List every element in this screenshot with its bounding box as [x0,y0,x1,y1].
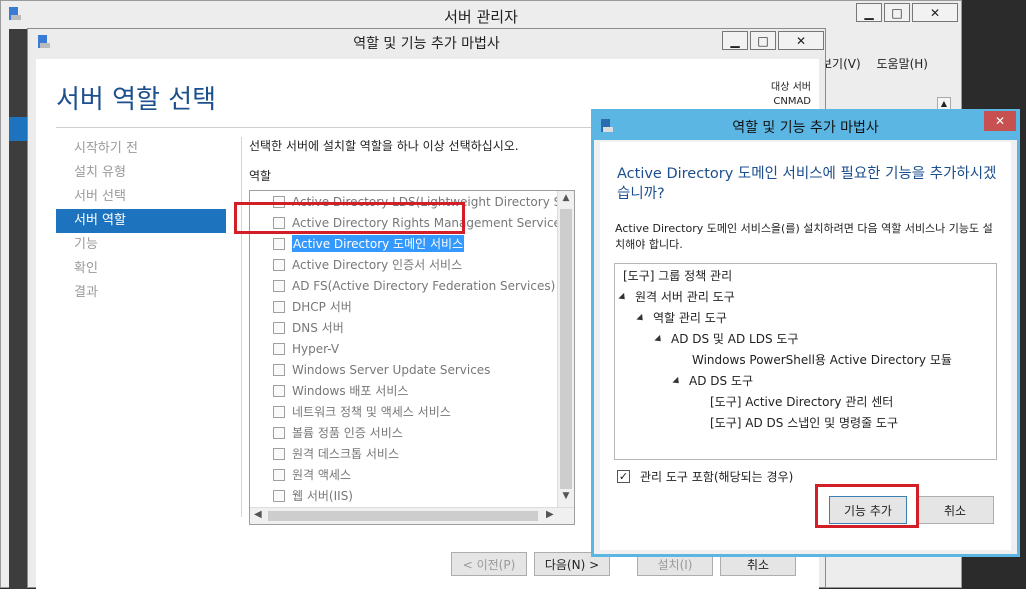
collapse-arrow-icon[interactable] [672,376,682,387]
include-mgmt-tools-label: 관리 도구 포함(해당되는 경우) [640,470,794,484]
role-item[interactable]: 원격 데스크톱 서비스 [273,443,399,464]
role-checkbox[interactable] [273,258,285,271]
role-checkbox[interactable] [273,426,285,439]
sm-left-edge [9,29,27,589]
nav-item-results[interactable]: 결과 [56,281,226,305]
role-checkbox[interactable] [273,279,285,292]
sm-nav-highlight [9,117,27,141]
sm-close-button[interactable]: ✕ [912,3,958,22]
include-mgmt-tools-row[interactable]: ✓ 관리 도구 포함(해당되는 경우) [617,468,793,485]
role-item[interactable]: 웹 서버(IIS) [273,485,353,506]
tree-node: Windows PowerShell용 Active Directory 모듈 [692,353,952,367]
roles-list: Active Directory LDS(Lightweight Directo… [249,190,575,525]
role-checkbox[interactable] [273,237,285,250]
tree-node: [도구] Active Directory 관리 센터 [710,395,894,409]
target-server-info: 대상 서버 CNMAD [771,81,811,109]
nav-separator [241,137,242,517]
dialog-titlebar: 역할 및 기능 추가 마법사 ✕ [594,111,1017,140]
collapse-arrow-icon[interactable] [636,313,646,324]
role-item[interactable]: Hyper-V [273,338,339,359]
nav-item-server-roles[interactable]: 서버 역할 [56,209,226,233]
role-item[interactable]: Windows Server Update Services [273,359,490,380]
target-server-name: CNMAD [773,96,811,107]
horizontal-scroll-thumb[interactable] [268,511,538,521]
highlight-box-add-features [815,484,919,528]
wizard-title: 역할 및 기능 추가 마법사 [353,36,500,52]
role-item[interactable]: Active Directory 인증서 서비스 [273,254,462,275]
sm-maximize-button[interactable]: □ [884,3,910,22]
role-item-selected[interactable]: Active Directory 도메인 서비스 [273,233,465,254]
role-checkbox[interactable] [273,447,285,460]
scroll-right-arrow-icon[interactable]: ▶ [546,509,554,520]
dialog-cancel-button[interactable]: 취소 [916,496,994,524]
target-server-label: 대상 서버 [771,82,811,93]
add-features-dialog: 역할 및 기능 추가 마법사 ✕ Active Directory 도메인 서비… [591,109,1020,557]
sm-minimize-button[interactable]: ▁ [856,3,882,22]
role-item[interactable]: 네트워크 정책 및 액세스 서비스 [273,401,451,422]
wizard-nav: 시작하기 전 설치 유형 서버 선택 서버 역할 기능 확인 결과 [56,137,226,305]
collapse-arrow-icon[interactable] [654,334,664,345]
role-checkbox[interactable] [273,384,285,397]
server-manager-title: 서버 관리자 [444,8,518,26]
tree-node[interactable]: AD DS 및 AD LDS 도구 [654,330,799,347]
menu-view[interactable]: 보기(V) [821,57,861,71]
tree-node: [도구] 그룹 정책 관리 [623,269,733,283]
nav-item-features[interactable]: 기능 [56,233,226,257]
role-checkbox[interactable] [273,342,285,355]
wizard-close-button[interactable]: ✕ [778,31,824,50]
dialog-title: 역할 및 기능 추가 마법사 [732,120,879,136]
dialog-question: Active Directory 도메인 서비스에 필요한 기능을 추가하시겠습… [617,166,997,202]
role-item[interactable]: AD FS(Active Directory Federation Servic… [273,275,555,296]
page-title: 서버 역할 선택 [56,85,217,115]
role-item[interactable]: 볼륨 정품 인증 서비스 [273,422,403,443]
nav-item-server-selection[interactable]: 서버 선택 [56,185,226,209]
role-checkbox[interactable] [273,300,285,313]
role-checkbox[interactable] [273,363,285,376]
sm-menu-bar: 보기(V) 도움말(H) [821,55,940,72]
roles-horizontal-scrollbar[interactable]: ◀ ▶ [250,507,574,524]
tree-node[interactable]: AD DS 도구 [672,372,753,389]
highlight-box-selected-role [234,202,465,234]
nav-item-before-you-begin[interactable]: 시작하기 전 [56,137,226,161]
tree-node[interactable]: 역할 관리 도구 [636,309,727,326]
scroll-up-arrow-icon[interactable]: ▲ [558,193,574,203]
vertical-scroll-thumb[interactable] [560,209,572,489]
required-features-tree: [도구] 그룹 정책 관리 원격 서버 관리 도구 역할 관리 도구 AD DS… [614,263,997,460]
collapse-arrow-icon[interactable] [618,292,628,303]
scroll-left-arrow-icon[interactable]: ◀ [254,509,262,520]
role-checkbox[interactable] [273,321,285,334]
tree-node: [도구] AD DS 스냅인 및 명령줄 도구 [710,416,898,430]
wizard-maximize-button[interactable]: □ [750,31,776,50]
tree-node[interactable]: 원격 서버 관리 도구 [618,288,735,305]
nav-item-installation-type[interactable]: 설치 유형 [56,161,226,185]
role-checkbox[interactable] [273,405,285,418]
prev-button[interactable]: < 이전(P) [451,552,527,576]
role-item[interactable]: DHCP 서버 [273,296,352,317]
instruction-text: 선택한 서버에 설치할 역할을 하나 이상 선택하십시오. [249,139,519,153]
scroll-down-arrow-icon[interactable]: ▼ [558,491,574,501]
role-checkbox[interactable] [273,489,285,502]
dialog-body: Active Directory 도메인 서비스에 필요한 기능을 추가하시겠습… [600,142,1011,550]
include-mgmt-tools-checkbox[interactable]: ✓ [617,470,630,483]
role-item[interactable]: DNS 서버 [273,317,344,338]
role-item[interactable]: Windows 배포 서비스 [273,380,408,401]
dialog-close-button[interactable]: ✕ [984,111,1016,131]
dialog-description: Active Directory 도메인 서비스을(를) 설치하려면 다음 역할… [615,222,993,251]
server-manager-titlebar: 서버 관리자 ▁ □ ✕ [1,1,961,29]
role-item[interactable]: 원격 액세스 [273,464,351,485]
menu-help[interactable]: 도움말(H) [876,57,928,71]
roles-vertical-scrollbar[interactable]: ▲ ▼ [557,191,574,507]
nav-item-confirmation[interactable]: 확인 [56,257,226,281]
roles-label: 역할 [249,169,272,183]
wizard-minimize-button[interactable]: ▁ [722,31,748,50]
role-checkbox[interactable] [273,468,285,481]
